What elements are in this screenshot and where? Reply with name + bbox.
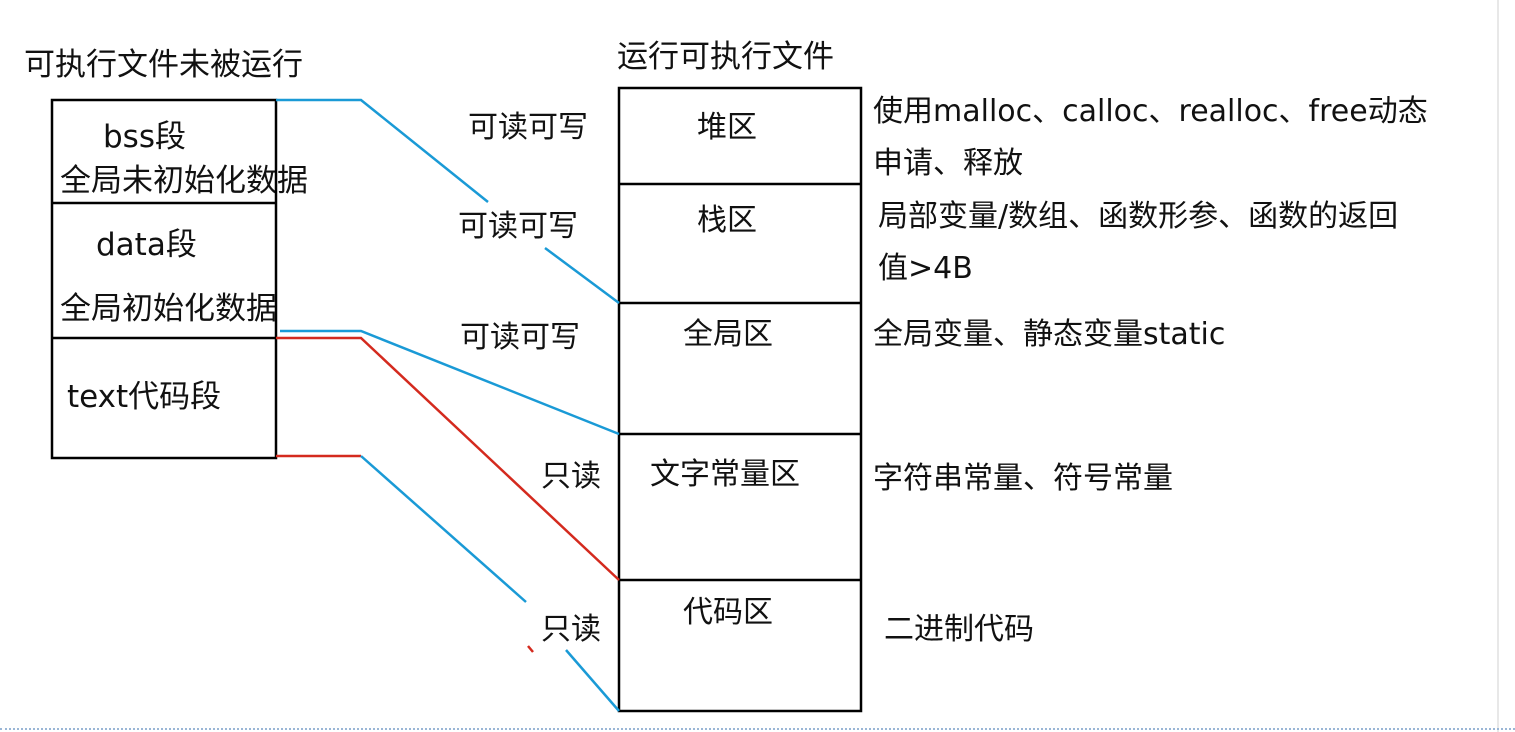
bottom-dotted-border — [0, 728, 1515, 730]
bss-to-global-connector — [276, 98, 620, 305]
diagram-graphics — [50, 86, 863, 713]
text-top-to-code-connector — [276, 336, 620, 581]
unloaded-executable-box — [50, 98, 278, 460]
right-edge-divider — [1497, 0, 1499, 732]
process-memory-box — [617, 86, 863, 713]
text-bottom-to-code-connector — [276, 454, 620, 712]
data-to-global-connector — [280, 329, 620, 436]
